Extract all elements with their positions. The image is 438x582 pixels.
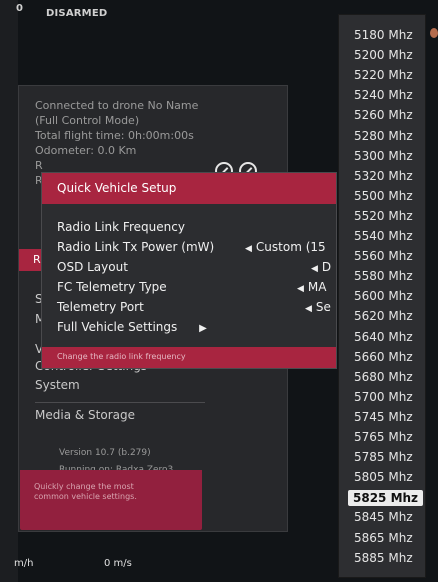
- menu-item-radio-tx-power[interactable]: Radio Link Tx Power (mW): [57, 240, 214, 254]
- menu-help-box: Quickly change the most common vehicle s…: [20, 470, 202, 530]
- frequency-option[interactable]: 5765 Mhz: [354, 430, 413, 444]
- frequency-option[interactable]: 5560 Mhz: [354, 249, 413, 263]
- frequency-option[interactable]: 5700 Mhz: [354, 390, 413, 404]
- frequency-option[interactable]: 5260 Mhz: [354, 108, 413, 122]
- full-vehicle-settings-label: Full Vehicle Settings: [57, 320, 178, 334]
- info-stub-1: R: [35, 159, 43, 172]
- hud-zero-label: 0: [16, 3, 24, 14]
- frequency-option[interactable]: 5180 Mhz: [354, 28, 413, 42]
- tx-power-value: Custom (15: [255, 240, 326, 254]
- left-arrow-icon: ◀: [297, 284, 304, 294]
- left-arrow-icon: ◀: [305, 304, 312, 314]
- quick-setup-header[interactable]: Quick Vehicle Setup: [42, 173, 336, 204]
- menu-item-system[interactable]: System: [35, 378, 80, 392]
- frequency-option[interactable]: 5580 Mhz: [354, 269, 413, 283]
- telemetry-port-value[interactable]: ◀ Se: [305, 300, 331, 314]
- frequency-option[interactable]: 5300 Mhz: [354, 149, 413, 163]
- menu-item-full-vehicle-settings[interactable]: Full Vehicle Settings ▶: [57, 320, 207, 334]
- frequency-option[interactable]: 5885 Mhz: [354, 551, 413, 565]
- menu-item-osd-layout[interactable]: OSD Layout: [57, 260, 128, 274]
- version-text: Version 10.7 (b.279): [59, 448, 151, 458]
- connection-line: Connected to drone No Name: [35, 99, 199, 112]
- frequency-option[interactable]: 5320 Mhz: [354, 169, 413, 183]
- footer-help-text: Change the radio link frequency: [57, 352, 186, 361]
- quick-setup-title: Quick Vehicle Setup: [57, 181, 177, 195]
- menu-item-media-storage[interactable]: Media & Storage: [35, 408, 135, 422]
- frequency-option[interactable]: 5500 Mhz: [354, 189, 413, 203]
- flight-time: Total flight time: 0h:00m:00s: [35, 129, 194, 142]
- quick-setup-footer: Change the radio link frequency: [42, 347, 336, 368]
- help-line-1: Quickly change the most: [34, 482, 134, 491]
- frequency-option[interactable]: 5745 Mhz: [354, 410, 413, 424]
- right-arrow-icon: ▶: [199, 323, 207, 334]
- armed-status: DISARMED: [46, 8, 108, 19]
- menu-item-radio-link-frequency[interactable]: Radio Link Frequency: [57, 220, 185, 234]
- frequency-option[interactable]: 5280 Mhz: [354, 129, 413, 143]
- frequency-option[interactable]: 5220 Mhz: [354, 68, 413, 82]
- frequency-option[interactable]: 5200 Mhz: [354, 48, 413, 62]
- frequency-option[interactable]: 5520 Mhz: [354, 209, 413, 223]
- frequency-option-selected[interactable]: 5825 Mhz: [348, 490, 424, 507]
- menu-separator: [35, 402, 205, 403]
- fc-telemetry-type-value[interactable]: ◀ MA: [297, 280, 326, 294]
- osd-layout-value[interactable]: ◀ D: [311, 260, 331, 274]
- fc-telemetry-value-text: MA: [307, 280, 327, 294]
- speed-unit-label: m/h: [14, 558, 34, 569]
- help-line-2: common vehicle settings.: [34, 492, 137, 501]
- frequency-option[interactable]: 5845 Mhz: [354, 510, 413, 524]
- frequency-option[interactable]: 5600 Mhz: [354, 289, 413, 303]
- frequency-option[interactable]: 5785 Mhz: [354, 450, 413, 464]
- selected-menu-label: R: [33, 253, 41, 266]
- help-text: Quickly change the most common vehicle s…: [34, 482, 137, 502]
- control-mode: (Full Control Mode): [35, 114, 140, 127]
- frequency-option[interactable]: 5240 Mhz: [354, 88, 413, 102]
- frequency-option[interactable]: 5805 Mhz: [354, 470, 413, 484]
- indicator-dot: [430, 28, 438, 38]
- radio-tx-power-value[interactable]: ◀ Custom (15: [245, 240, 326, 254]
- frequency-option[interactable]: 5865 Mhz: [354, 531, 413, 545]
- frequency-option[interactable]: 5640 Mhz: [354, 330, 413, 344]
- menu-item-fc-telemetry-type[interactable]: FC Telemetry Type: [57, 280, 167, 294]
- left-arrow-icon: ◀: [245, 244, 252, 254]
- quick-vehicle-setup-menu: Quick Vehicle Setup Radio Link Frequency…: [41, 172, 337, 369]
- frequency-option[interactable]: 5680 Mhz: [354, 370, 413, 384]
- frequency-option[interactable]: 5540 Mhz: [354, 229, 413, 243]
- frequency-list[interactable]: 5180 Mhz 5200 Mhz 5220 Mhz 5240 Mhz 5260 Mhz…: [338, 14, 426, 578]
- left-arrow-icon: ◀: [311, 264, 318, 274]
- vertical-speed-label: 0 m/s: [104, 558, 132, 569]
- frequency-option[interactable]: 5620 Mhz: [354, 309, 413, 323]
- background-edge: [0, 0, 18, 582]
- odometer: Odometer: 0.0 Km: [35, 144, 137, 157]
- frequency-option[interactable]: 5660 Mhz: [354, 350, 413, 364]
- osd-layout-value-text: D: [321, 260, 332, 274]
- menu-item-telemetry-port[interactable]: Telemetry Port: [57, 300, 144, 314]
- telemetry-port-value-text: Se: [315, 300, 331, 314]
